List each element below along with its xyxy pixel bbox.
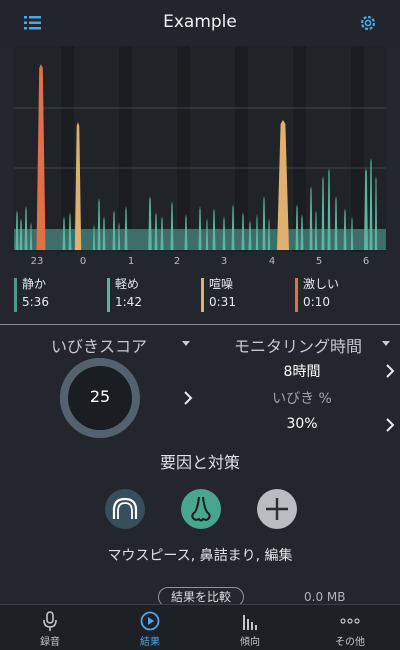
snore-percent-value: 30% (286, 416, 318, 432)
chevron-down-icon[interactable] (182, 341, 190, 346)
legend-swatch (295, 278, 298, 312)
nav-record[interactable]: 録音 (0, 605, 100, 650)
legend-name: 軽め (115, 277, 140, 291)
hour-band (190, 46, 235, 252)
x-tick-label: 6 (362, 256, 370, 267)
microphone-icon (43, 611, 57, 631)
bottom-nav: 録音 結果 傾向 その他 (0, 604, 400, 650)
section-divider (0, 324, 400, 325)
bars-icon (243, 615, 257, 630)
nav-label: 録音 (40, 637, 60, 648)
legend-value: 5:36 (22, 295, 49, 309)
snore-percent-detail-button[interactable] (385, 417, 395, 432)
snore-score-label[interactable]: いびきスコア (51, 333, 147, 357)
nav-label: その他 (335, 637, 365, 648)
legend-name: 激しい (303, 277, 340, 291)
legend-item-light: 軽め 1:42 (107, 276, 142, 314)
play-circle-icon (140, 611, 160, 631)
nav-label: 傾向 (240, 637, 260, 648)
legend-item-epic: 激しい 0:10 (295, 276, 339, 314)
legend-name: 静か (22, 277, 47, 291)
nav-label: 結果 (140, 637, 160, 648)
chart-legend: 静か 5:36 軽め 1:42 喧噪 0:31 激しい 0:10 (0, 276, 400, 316)
mouthpiece-icon (112, 497, 138, 519)
snore-chart-svg (14, 46, 386, 252)
x-tick-label: 23 (30, 256, 44, 267)
legend-item-loud: 喧噪 0:31 (201, 276, 236, 314)
x-tick-label: 2 (173, 256, 181, 267)
x-tick-label: 1 (127, 256, 135, 267)
more-icon (340, 618, 360, 624)
snore-percent-label: いびき % (272, 391, 332, 407)
hour-band (132, 46, 177, 252)
settings-button[interactable] (358, 13, 378, 33)
x-tick-label: 0 (79, 256, 87, 267)
nav-results[interactable]: 結果 (100, 605, 200, 650)
x-tick-label: 5 (315, 256, 323, 267)
mouthpiece-button[interactable] (105, 489, 145, 529)
legend-item-quiet: 静か 5:36 (14, 276, 49, 314)
legend-value: 0:10 (303, 295, 330, 309)
page-title: Example (163, 12, 237, 32)
nose-icon (191, 496, 211, 522)
x-tick-label: 3 (220, 256, 228, 267)
chevron-down-icon[interactable] (382, 341, 390, 346)
nav-more[interactable]: その他 (300, 605, 400, 650)
remedies-title: 要因と対策 (159, 453, 240, 472)
legend-swatch (14, 278, 17, 312)
chevron-right-icon (386, 364, 395, 378)
legend-value: 1:42 (115, 295, 142, 309)
monitoring-time-label[interactable]: モニタリング時間 (234, 333, 362, 357)
score-detail-button[interactable] (183, 390, 193, 405)
snore-chart[interactable] (14, 46, 386, 252)
nav-trends[interactable]: 傾向 (200, 605, 300, 650)
legend-swatch (201, 278, 204, 312)
legend-name: 喧噪 (209, 277, 234, 291)
legend-value: 0:31 (209, 295, 236, 309)
chevron-right-icon (386, 418, 395, 432)
remedies-text[interactable]: マウスピース, 鼻詰まり, 編集 (0, 545, 400, 565)
nose-button[interactable] (181, 489, 221, 529)
add-remedy-button[interactable] (257, 489, 297, 529)
score-value: 25 (89, 387, 111, 406)
legend-swatch (107, 278, 110, 312)
chevron-right-icon (184, 391, 193, 405)
recording-size: 0.0 MB (304, 590, 346, 604)
x-axis-ticks: 23 0 1 2 3 4 5 6 (14, 256, 386, 272)
top-bar: Example (0, 0, 400, 46)
plus-icon (266, 498, 288, 520)
monitoring-duration: 8時間 (283, 364, 321, 380)
x-tick-label: 4 (268, 256, 276, 267)
duration-detail-button[interactable] (385, 363, 395, 378)
gear-icon (360, 15, 376, 31)
